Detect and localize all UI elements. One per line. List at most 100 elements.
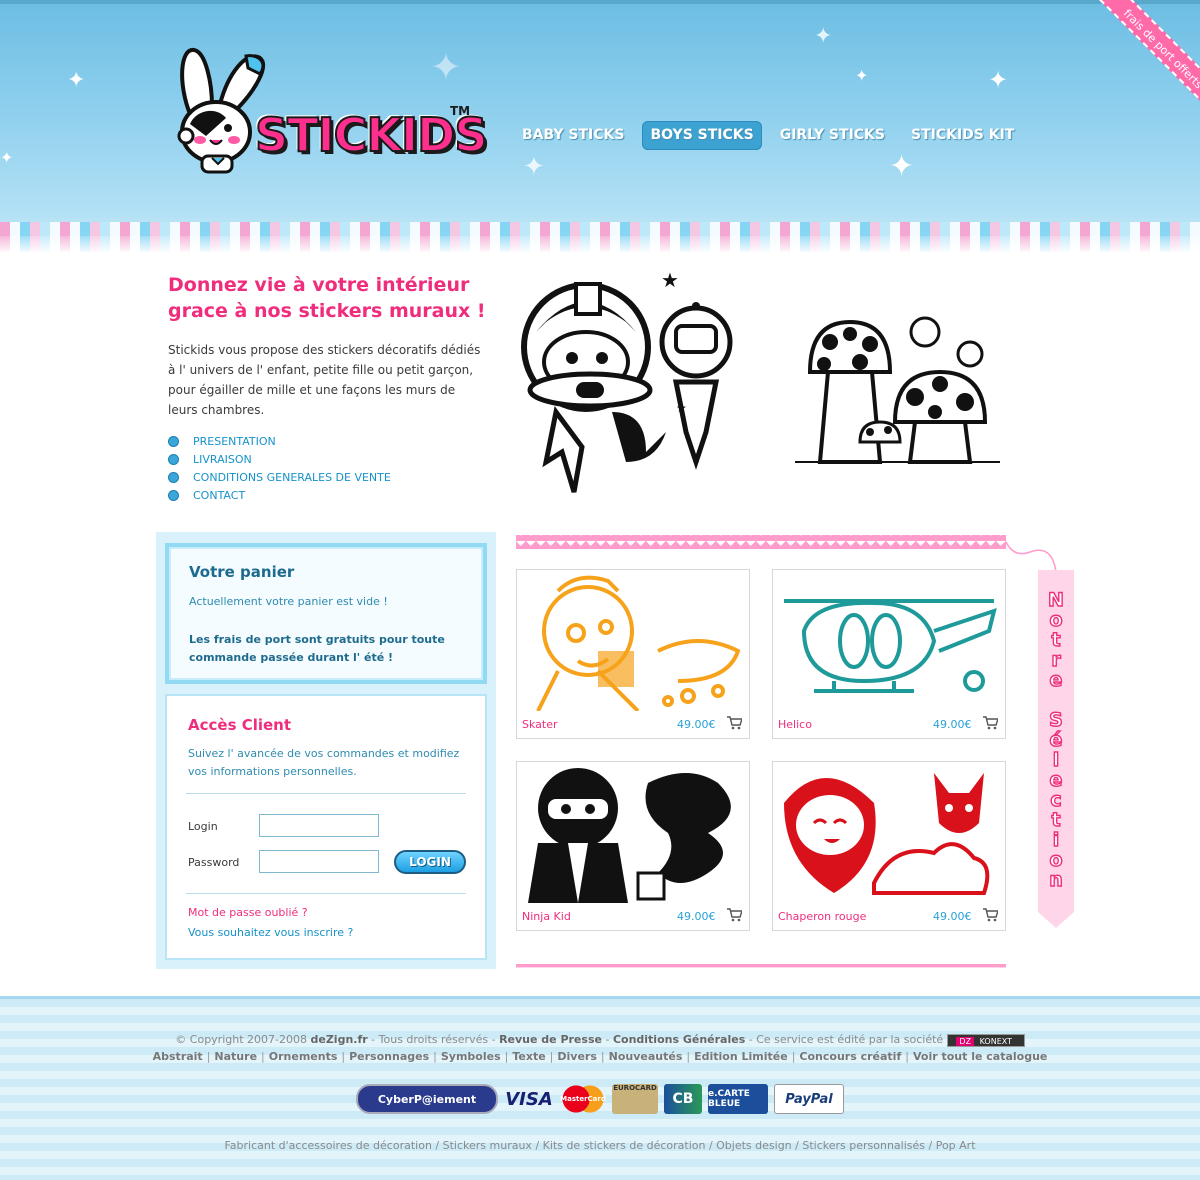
tab-letter-space xyxy=(1038,690,1074,710)
tab-letter: i xyxy=(1052,829,1060,851)
cart-shipping-note: Les frais de port sont gratuits pour tou… xyxy=(189,633,445,664)
bullet-icon xyxy=(168,453,179,465)
skater-sticker-image xyxy=(536,575,741,711)
footer-category-link[interactable]: Personnages xyxy=(349,1050,429,1063)
category-separator: | xyxy=(905,1050,909,1063)
product-name[interactable]: Helico xyxy=(778,718,812,731)
sparkle-icon: ✦ xyxy=(523,152,545,182)
link-livraison-label[interactable]: LIVRAISON xyxy=(193,453,252,466)
category-separator: | xyxy=(433,1050,437,1063)
footer-category-link[interactable]: Edition Limitée xyxy=(694,1050,788,1063)
product-card-helico[interactable]: Helico 49.00€ xyxy=(772,569,1006,739)
nav-stickids-kit[interactable]: STICKIDS KIT xyxy=(903,121,1022,150)
tab-letter: r xyxy=(1051,649,1062,671)
link-presentation[interactable]: PRESENTATION xyxy=(168,432,391,450)
ninja-kid-sticker-image xyxy=(528,768,731,903)
konext-logo-right: KONEXT xyxy=(979,1036,1012,1046)
footer-category-link[interactable]: Abstrait xyxy=(153,1050,203,1063)
info-links: PRESENTATION LIVRAISON CONDITIONS GENERA… xyxy=(168,432,391,504)
footer-category-link[interactable]: Voir tout le catalogue xyxy=(913,1050,1047,1063)
forgot-password-link[interactable]: Mot de passe oublié ? xyxy=(188,906,308,919)
svg-text:★: ★ xyxy=(676,401,687,415)
sparkle-icon: ✦ xyxy=(855,66,869,85)
footer-category-link[interactable]: Concours créatif xyxy=(799,1050,901,1063)
bullet-icon xyxy=(168,471,179,483)
bullet-icon xyxy=(168,489,179,501)
press-link[interactable]: Revue de Presse xyxy=(499,1033,602,1046)
password-input[interactable] xyxy=(259,850,379,873)
dash-separator: - xyxy=(605,1033,610,1046)
client-access-box: Accès Client Suivez l' avancée de vos co… xyxy=(165,694,487,960)
product-card-ninja-kid[interactable]: Ninja Kid 49.00€ xyxy=(516,761,750,931)
product-card-chaperon-rouge[interactable]: Chaperon rouge 49.00€ xyxy=(772,761,1006,931)
footer-category-link[interactable]: Symboles xyxy=(441,1050,501,1063)
category-separator: | xyxy=(686,1050,691,1063)
cart-icon[interactable] xyxy=(982,715,998,731)
category-separator: | xyxy=(549,1050,554,1063)
login-button[interactable]: LOGIN xyxy=(394,850,466,874)
link-contact-label[interactable]: CONTACT xyxy=(193,489,245,502)
carte-bleue-logo: e.CARTE BLEUE xyxy=(708,1084,768,1114)
tab-letter: t xyxy=(1051,629,1061,651)
nav-girly-sticks[interactable]: GIRLY STICKS xyxy=(772,121,893,150)
footer-category-link[interactable]: Nouveautés xyxy=(609,1050,683,1063)
edited-text: - Ce service est édité par la société xyxy=(748,1033,944,1046)
tab-letter: S xyxy=(1048,709,1063,731)
footer-category-link[interactable]: Nature xyxy=(214,1050,257,1063)
nav-baby-sticks[interactable]: BABY STICKS xyxy=(514,121,632,150)
footer-category-links: Abstrait | Nature | Ornements | Personnages | Sy… xyxy=(0,1050,1200,1063)
conditions-link[interactable]: Conditions Générales xyxy=(613,1033,745,1046)
stripe-fade xyxy=(0,236,1200,254)
mastercard-logo: MasterCard xyxy=(560,1084,606,1114)
product-price: 49.00€ xyxy=(677,910,716,923)
link-cgv-label[interactable]: CONDITIONS GENERALES DE VENTE xyxy=(193,471,391,484)
site-link[interactable]: deZign.fr xyxy=(310,1033,367,1046)
product-name[interactable]: Ninja Kid xyxy=(522,910,571,923)
konext-logo[interactable]: DZ KONEXT xyxy=(946,1033,1025,1047)
product-card-skater[interactable]: Skater 49.00€ xyxy=(516,569,750,739)
rights-text: - Tous droits réservés - xyxy=(371,1033,496,1046)
cart-title: Votre panier xyxy=(189,563,295,581)
svg-text:★: ★ xyxy=(661,268,679,292)
category-separator: | xyxy=(600,1050,605,1063)
cb-logo: CB xyxy=(664,1084,702,1114)
footer-category-link[interactable]: Texte xyxy=(512,1050,545,1063)
tab-letter: o xyxy=(1049,849,1063,871)
divider xyxy=(186,793,466,794)
free-shipping-ribbon[interactable]: frais de port offerts xyxy=(1091,0,1200,121)
product-name[interactable]: Skater xyxy=(522,718,558,731)
login-input[interactable] xyxy=(259,814,379,837)
category-separator: | xyxy=(504,1050,509,1063)
link-contact[interactable]: CONTACT xyxy=(168,486,391,504)
tab-letter: n xyxy=(1049,869,1064,891)
signup-link[interactable]: Vous souhaitez vous inscrire ? xyxy=(188,926,353,939)
tab-letter: l xyxy=(1052,749,1060,771)
footer-copyright-line: © Copyright 2007-2008 deZign.fr - Tous d… xyxy=(0,1033,1200,1047)
link-livraison[interactable]: LIVRAISON xyxy=(168,450,391,468)
footer-category-link[interactable]: Divers xyxy=(557,1050,597,1063)
password-label: Password xyxy=(188,856,240,869)
link-presentation-label[interactable]: PRESENTATION xyxy=(193,435,276,448)
paypal-logo: PayPal xyxy=(774,1084,844,1114)
product-price: 49.00€ xyxy=(933,718,972,731)
category-separator: | xyxy=(206,1050,211,1063)
tab-letter: c xyxy=(1050,789,1063,811)
footer-category-link[interactable]: Ornements xyxy=(269,1050,338,1063)
category-separator: | xyxy=(261,1050,265,1063)
footer-tags: Fabricant d'accessoires de décoration / … xyxy=(224,1139,976,1152)
payment-logos: CyberP@iement VISA MasterCard EUROCARD C… xyxy=(356,1082,844,1116)
cart-icon[interactable] xyxy=(982,907,998,923)
konext-logo-left: DZ xyxy=(956,1036,975,1046)
header: ✦ ✦ ✦ ✦ ✦ ✦ ✦ ✦ STICKIDS TM BABY STICKS … xyxy=(0,0,1200,250)
link-cgv[interactable]: CONDITIONS GENERALES DE VENTE xyxy=(168,468,391,486)
cart-icon[interactable] xyxy=(726,907,742,923)
selection-zigzag-border xyxy=(516,535,1006,549)
product-name[interactable]: Chaperon rouge xyxy=(778,910,866,923)
selection-bottom-border xyxy=(516,964,1006,968)
cart-icon[interactable] xyxy=(726,715,742,731)
nav-boys-sticks[interactable]: BOYS STICKS xyxy=(642,121,762,150)
sparkle-icon: ✦ xyxy=(814,24,833,49)
cyberpaiement-logo: CyberP@iement xyxy=(356,1084,498,1114)
chaperon-rouge-sticker-image xyxy=(784,773,990,895)
intro-text: Stickids vous propose des stickers décor… xyxy=(168,343,481,417)
